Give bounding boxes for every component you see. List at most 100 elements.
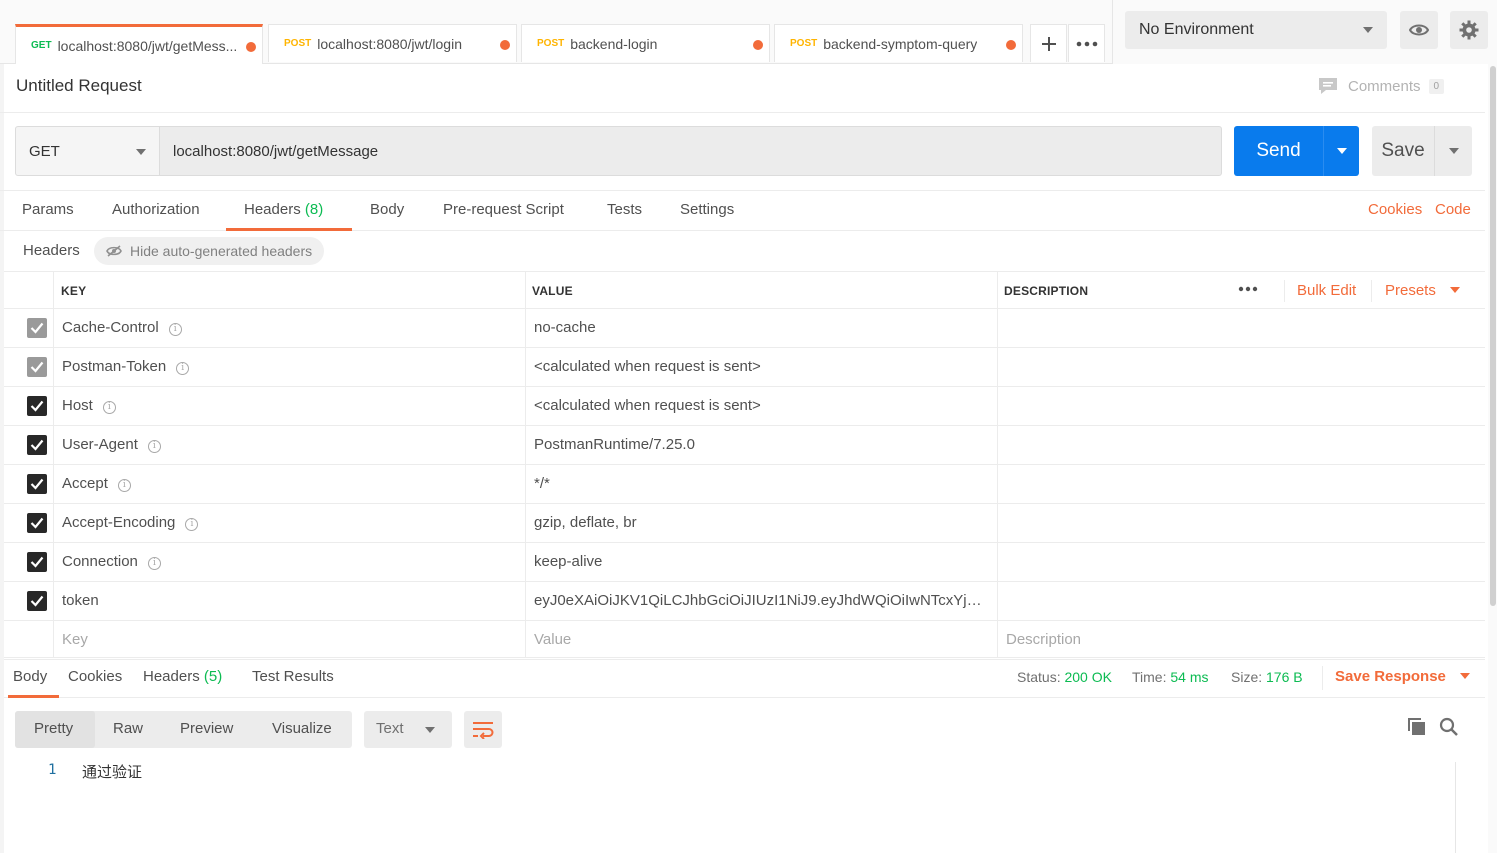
header-key-text: User-Agent	[62, 436, 138, 453]
ellipsis-icon	[1076, 41, 1097, 46]
request-tab-0[interactable]: GET localhost:8080/jwt/getMess...	[15, 24, 263, 64]
editor-scrollbar[interactable]	[1455, 762, 1471, 853]
header-enabled-checkbox[interactable]	[27, 591, 47, 611]
new-header-row: Key Value Description	[4, 621, 1485, 660]
header-row: Accept-Encoding i gzip, deflate, br	[4, 504, 1485, 543]
response-tab-test-results[interactable]: Test Results	[252, 668, 334, 685]
header-enabled-checkbox[interactable]	[27, 513, 47, 533]
page-scrollbar[interactable]	[1488, 64, 1497, 853]
bulk-edit-link[interactable]: Bulk Edit	[1297, 282, 1356, 299]
request-tab-3[interactable]: POST backend-symptom-query	[774, 24, 1023, 62]
comments-count: 0	[1428, 78, 1445, 94]
request-tab-2[interactable]: POST backend-login	[521, 24, 770, 62]
header-key: Accept-Encoding i	[62, 514, 199, 531]
format-preview[interactable]: Preview	[180, 720, 233, 737]
info-icon[interactable]: i	[117, 479, 131, 492]
tab-body[interactable]: Body	[370, 201, 404, 218]
chevron-down-icon	[1450, 287, 1461, 293]
environment-select[interactable]: No Environment	[1125, 11, 1387, 49]
send-button[interactable]: Send	[1234, 126, 1323, 176]
header-key-text: Accept-Encoding	[62, 514, 176, 531]
wrap-lines-button[interactable]	[464, 711, 502, 748]
response-body-text[interactable]: 通过验证	[82, 761, 142, 782]
check-icon	[30, 595, 44, 607]
response-size: Size: 176 B	[1231, 669, 1303, 685]
header-enabled-checkbox[interactable]	[27, 474, 47, 494]
tab-pre-request-script[interactable]: Pre-request Script	[443, 201, 564, 218]
comments-button[interactable]: Comments 0	[1318, 77, 1445, 95]
response-tab-cookies[interactable]: Cookies	[68, 668, 122, 685]
tab-options-button[interactable]	[1068, 24, 1105, 62]
info-icon[interactable]: i	[147, 440, 161, 453]
save-button[interactable]: Save	[1372, 126, 1434, 176]
unsaved-dot-icon	[246, 42, 256, 52]
header-value[interactable]: eyJ0eXAiOiJKV1QiLCJhbGciOiJIUzI1NiJ9.eyJ…	[534, 592, 989, 609]
method-value: GET	[29, 142, 60, 160]
format-raw[interactable]: Raw	[113, 720, 143, 737]
request-title[interactable]: Untitled Request	[16, 76, 142, 96]
info-icon[interactable]: i	[168, 323, 182, 336]
environment-selected: No Environment	[1139, 21, 1254, 38]
header-enabled-checkbox[interactable]	[27, 396, 47, 416]
url-input[interactable]: localhost:8080/jwt/getMessage	[159, 126, 1222, 176]
info-icon[interactable]: i	[176, 362, 190, 375]
code-link[interactable]: Code	[1435, 201, 1471, 218]
tab-tests[interactable]: Tests	[607, 201, 642, 218]
active-tab-indicator	[8, 695, 59, 698]
tab-authorization[interactable]: Authorization	[112, 201, 200, 218]
divider	[1371, 280, 1372, 302]
send-options-button[interactable]	[1323, 126, 1359, 176]
scrollbar-thumb[interactable]	[1490, 66, 1496, 606]
header-enabled-checkbox[interactable]	[27, 318, 47, 338]
time-value: 54 ms	[1170, 669, 1209, 685]
comments-label: Comments	[1348, 77, 1421, 95]
postman-window: { "tabs": [ {"method": "GET", "label": "…	[0, 0, 1497, 853]
unsaved-dot-icon	[753, 40, 763, 50]
format-visualize[interactable]: Visualize	[272, 720, 332, 737]
tab-method: GET	[31, 40, 52, 51]
new-value-input[interactable]: Value	[534, 631, 571, 648]
response-type-select[interactable]: Text	[364, 711, 452, 748]
info-icon[interactable]: i	[102, 401, 116, 414]
header-key: User-Agent i	[62, 436, 161, 453]
tab-label: localhost:8080/jwt/getMess...	[57, 37, 238, 54]
status-value: 200 OK	[1064, 669, 1112, 685]
tab-params[interactable]: Params	[22, 201, 74, 218]
info-icon[interactable]: i	[147, 557, 161, 570]
new-tab-button[interactable]	[1030, 24, 1067, 62]
format-pretty[interactable]: Pretty	[34, 720, 73, 737]
unsaved-dot-icon	[500, 40, 510, 50]
header-key: Host i	[62, 397, 116, 414]
manage-environments-button[interactable]	[1450, 11, 1488, 49]
save-options-button[interactable]	[1434, 126, 1472, 176]
header-enabled-checkbox[interactable]	[27, 357, 47, 377]
tab-headers[interactable]: Headers (8)	[244, 201, 323, 218]
table-options-button[interactable]	[1238, 281, 1258, 300]
new-description-input[interactable]: Description	[1006, 631, 1081, 648]
header-value: PostmanRuntime/7.25.0	[534, 436, 695, 453]
column-header-description: DESCRIPTION	[1004, 284, 1089, 298]
info-icon[interactable]: i	[185, 518, 199, 531]
header-enabled-checkbox[interactable]	[27, 552, 47, 572]
search-icon[interactable]	[1439, 717, 1459, 740]
response-tab-headers[interactable]: Headers (5)	[143, 668, 222, 685]
cookies-link[interactable]: Cookies	[1368, 201, 1422, 218]
environment-quick-look-button[interactable]	[1400, 11, 1438, 49]
request-tab-1[interactable]: POST localhost:8080/jwt/login	[268, 24, 517, 62]
method-select[interactable]: GET	[15, 126, 160, 176]
new-key-input[interactable]: Key	[62, 631, 88, 648]
environment-bar: No Environment	[1112, 0, 1497, 64]
response-tab-body[interactable]: Body	[13, 668, 47, 685]
size-value: 176 B	[1266, 669, 1303, 685]
tab-settings[interactable]: Settings	[680, 201, 734, 218]
copy-icon[interactable]	[1407, 717, 1427, 740]
header-value: no-cache	[534, 319, 596, 336]
hide-auto-headers-button[interactable]: Hide auto-generated headers	[94, 237, 325, 265]
header-enabled-checkbox[interactable]	[27, 435, 47, 455]
presets-dropdown[interactable]: Presets	[1385, 282, 1461, 299]
save-response-button[interactable]: Save Response	[1335, 668, 1471, 685]
size-label: Size:	[1231, 669, 1263, 685]
chevron-down-icon	[425, 727, 435, 733]
divider	[1284, 280, 1285, 302]
header-key[interactable]: token	[62, 592, 99, 609]
